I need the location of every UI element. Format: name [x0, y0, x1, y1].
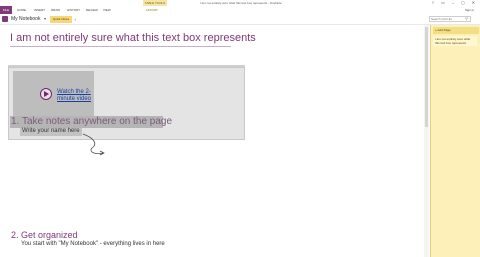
pages-panel: + Add Page I am not entirely sure what t… — [430, 25, 480, 257]
tab-insert[interactable]: INSERT — [34, 6, 45, 14]
write-name-text[interactable]: Write your name here — [22, 128, 80, 134]
tab-draw[interactable]: DRAW — [51, 6, 60, 14]
tab-view[interactable]: VIEW — [103, 6, 111, 14]
add-page-button[interactable]: + Add Page — [433, 27, 479, 34]
notebook-bar: My Notebook ▾ Quick Notes + — [0, 14, 480, 25]
title-underline — [10, 46, 231, 47]
page-list-item[interactable]: I am not entirely sure what this text bo… — [433, 36, 477, 46]
curved-arrow-icon — [82, 133, 105, 156]
tab-home[interactable]: HOME — [17, 6, 26, 14]
step1-heading[interactable]: 1. Take notes anywhere on the page — [11, 116, 172, 127]
search-icon[interactable]: ⚲ — [465, 16, 468, 22]
page-title[interactable]: I am not entirely sure what this text bo… — [10, 32, 256, 44]
tab-layout[interactable]: LAYOUT — [146, 6, 158, 14]
sign-in-link[interactable]: Sign in — [465, 6, 474, 14]
tab-history[interactable]: HISTORY — [67, 6, 80, 14]
tab-review[interactable]: REVIEW — [86, 6, 98, 14]
file-tab[interactable]: FILE — [0, 6, 12, 14]
notebook-icon — [2, 16, 8, 22]
section-tab-quick-notes[interactable]: Quick Notes — [50, 16, 72, 23]
watch-video-link[interactable]: Watch the 2-minute video — [57, 89, 107, 103]
play-triangle-icon — [44, 91, 49, 97]
chevron-down-icon[interactable]: ▾ — [44, 14, 46, 24]
notebook-name[interactable]: My Notebook — [11, 14, 40, 24]
step2-heading[interactable]: 2. Get organized — [11, 230, 78, 240]
scrollbar-thumb[interactable] — [425, 27, 428, 127]
vertical-scrollbar[interactable] — [424, 25, 429, 257]
add-section-button[interactable]: + — [74, 16, 76, 23]
step2-description[interactable]: You start with "My Notebook" - everythin… — [21, 241, 165, 247]
